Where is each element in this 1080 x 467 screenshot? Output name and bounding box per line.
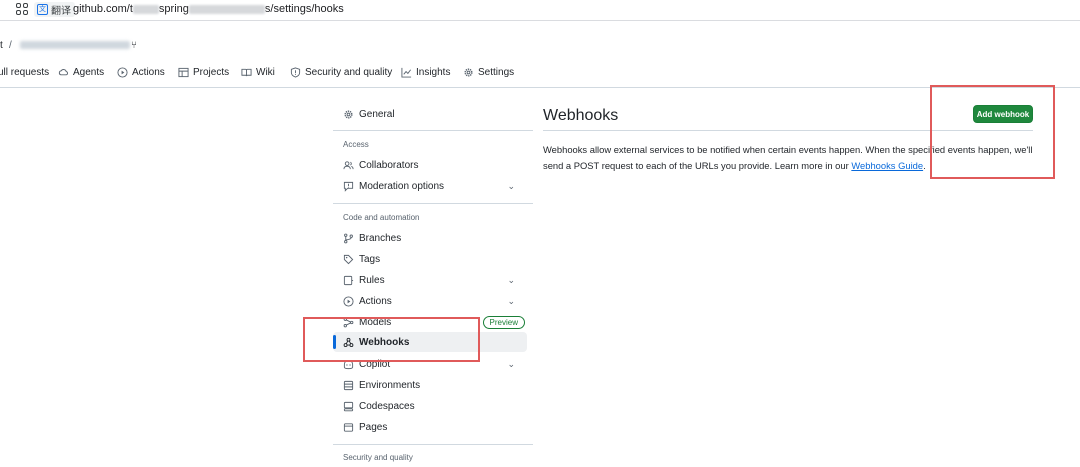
description-end: .	[923, 160, 926, 171]
tab-label: ull requests	[0, 66, 50, 78]
sidebar-item-actions[interactable]: Actions ⌄	[333, 291, 527, 311]
url-redaction	[132, 4, 159, 14]
agents-icon	[58, 68, 68, 75]
sidebar-section-heading: Security and quality	[343, 453, 413, 462]
browser-icon	[343, 422, 354, 432]
apps-grid-icon[interactable]	[16, 3, 28, 15]
sidebar-item-tags[interactable]: Tags	[333, 249, 527, 269]
chevron-down-icon: ⌄	[507, 274, 515, 285]
graph-icon	[401, 67, 412, 78]
url-prefix: github.com/t	[73, 3, 133, 15]
annotation-box-webhooks-item	[303, 317, 480, 362]
book-icon	[241, 68, 252, 76]
sidebar-item-label: Branches	[359, 232, 402, 244]
browser-divider	[0, 20, 1080, 21]
chevron-down-icon: ⌄	[507, 180, 515, 191]
sidebar-item-collaborators[interactable]: Collaborators	[333, 155, 527, 175]
table-icon	[178, 67, 189, 77]
tab-settings[interactable]: Settings	[463, 64, 514, 80]
sidebar-divider	[333, 444, 533, 445]
tabs-divider	[0, 87, 1080, 88]
branch-icon	[344, 233, 353, 243]
tag-icon	[343, 254, 354, 264]
repo-name-link[interactable]	[20, 41, 130, 49]
tab-label: Settings	[478, 66, 515, 78]
tab-label: Insights	[416, 66, 451, 78]
chevron-down-icon: ⌄	[507, 295, 515, 306]
sidebar-section-heading: Access	[343, 140, 369, 149]
translate-icon: 文	[37, 4, 48, 15]
sidebar-item-moderation-options[interactable]: Moderation options ⌄	[333, 176, 527, 196]
rules-icon	[343, 275, 354, 285]
translate-button[interactable]: 文 翻译	[34, 2, 75, 17]
sidebar-item-label: Rules	[359, 274, 385, 286]
sidebar-item-label: Collaborators	[359, 159, 419, 171]
sidebar-item-codespaces[interactable]: Codespaces	[333, 396, 527, 416]
url-text[interactable]: github.com/t spring s/settings/hooks	[73, 3, 344, 15]
sidebar-item-rules[interactable]: Rules ⌄	[333, 270, 527, 290]
play-icon	[343, 295, 354, 307]
tab-agents[interactable]: Agents	[58, 64, 104, 80]
page-title: Webhooks	[543, 107, 619, 124]
sidebar-item-environments[interactable]: Environments	[333, 375, 527, 395]
gear-icon	[464, 67, 473, 77]
tab-pull-requests[interactable]: ull requests	[0, 64, 49, 80]
url-redaction	[188, 4, 265, 14]
browser-address-bar: 文 翻译 github.com/t spring s/settings/hooks	[0, 0, 1080, 20]
sidebar-item-general[interactable]: General	[333, 104, 527, 124]
url-mid: spring	[158, 3, 189, 15]
tab-label: Projects	[193, 66, 230, 78]
repo-tabs: ull requests Agents Actions Projects Wik…	[0, 64, 1080, 82]
tab-wiki[interactable]: Wiki	[241, 64, 275, 80]
fork-icon: ⑂	[131, 39, 137, 51]
url-suffix: s/settings/hooks	[264, 3, 344, 15]
sidebar-item-label: Tags	[359, 253, 381, 265]
tab-label: Agents	[73, 66, 105, 78]
report-icon	[343, 181, 354, 192]
sidebar-item-pages[interactable]: Pages	[333, 417, 527, 437]
preview-badge: Preview	[482, 315, 525, 329]
tab-label: Wiki	[256, 66, 275, 78]
sidebar-item-label: Codespaces	[359, 400, 415, 412]
codespaces-icon	[343, 401, 354, 411]
gear-icon	[344, 109, 353, 119]
tab-insights[interactable]: Insights	[401, 64, 450, 80]
sidebar-divider	[333, 203, 533, 204]
sidebar-item-label: Actions	[359, 295, 392, 307]
webhooks-guide-link[interactable]: Webhooks Guide	[851, 160, 923, 171]
sidebar-section-heading: Code and automation	[343, 213, 420, 222]
shield-icon	[290, 66, 301, 78]
sidebar-item-branches[interactable]: Branches	[333, 228, 527, 248]
chevron-down-icon: ⌄	[507, 358, 515, 369]
repo-owner-link[interactable]: t	[0, 40, 3, 51]
annotation-box-add-webhook	[930, 85, 1055, 179]
tab-security-and-quality[interactable]: Security and quality	[290, 64, 392, 80]
breadcrumb-separator: /	[9, 39, 12, 51]
sidebar-item-label: Environments	[359, 379, 421, 391]
tab-projects[interactable]: Projects	[178, 64, 229, 80]
sidebar-item-label: Moderation options	[359, 180, 445, 192]
server-icon	[343, 380, 354, 390]
sidebar-item-label: General	[359, 108, 395, 120]
translate-label: 翻译	[51, 6, 71, 17]
tab-actions[interactable]: Actions	[117, 64, 165, 80]
tab-label: Actions	[132, 66, 165, 78]
sidebar-divider	[333, 130, 533, 131]
tab-label: Security and quality	[305, 66, 393, 78]
play-icon	[117, 66, 128, 78]
people-icon	[343, 160, 354, 169]
sidebar-item-label: Pages	[359, 421, 388, 433]
